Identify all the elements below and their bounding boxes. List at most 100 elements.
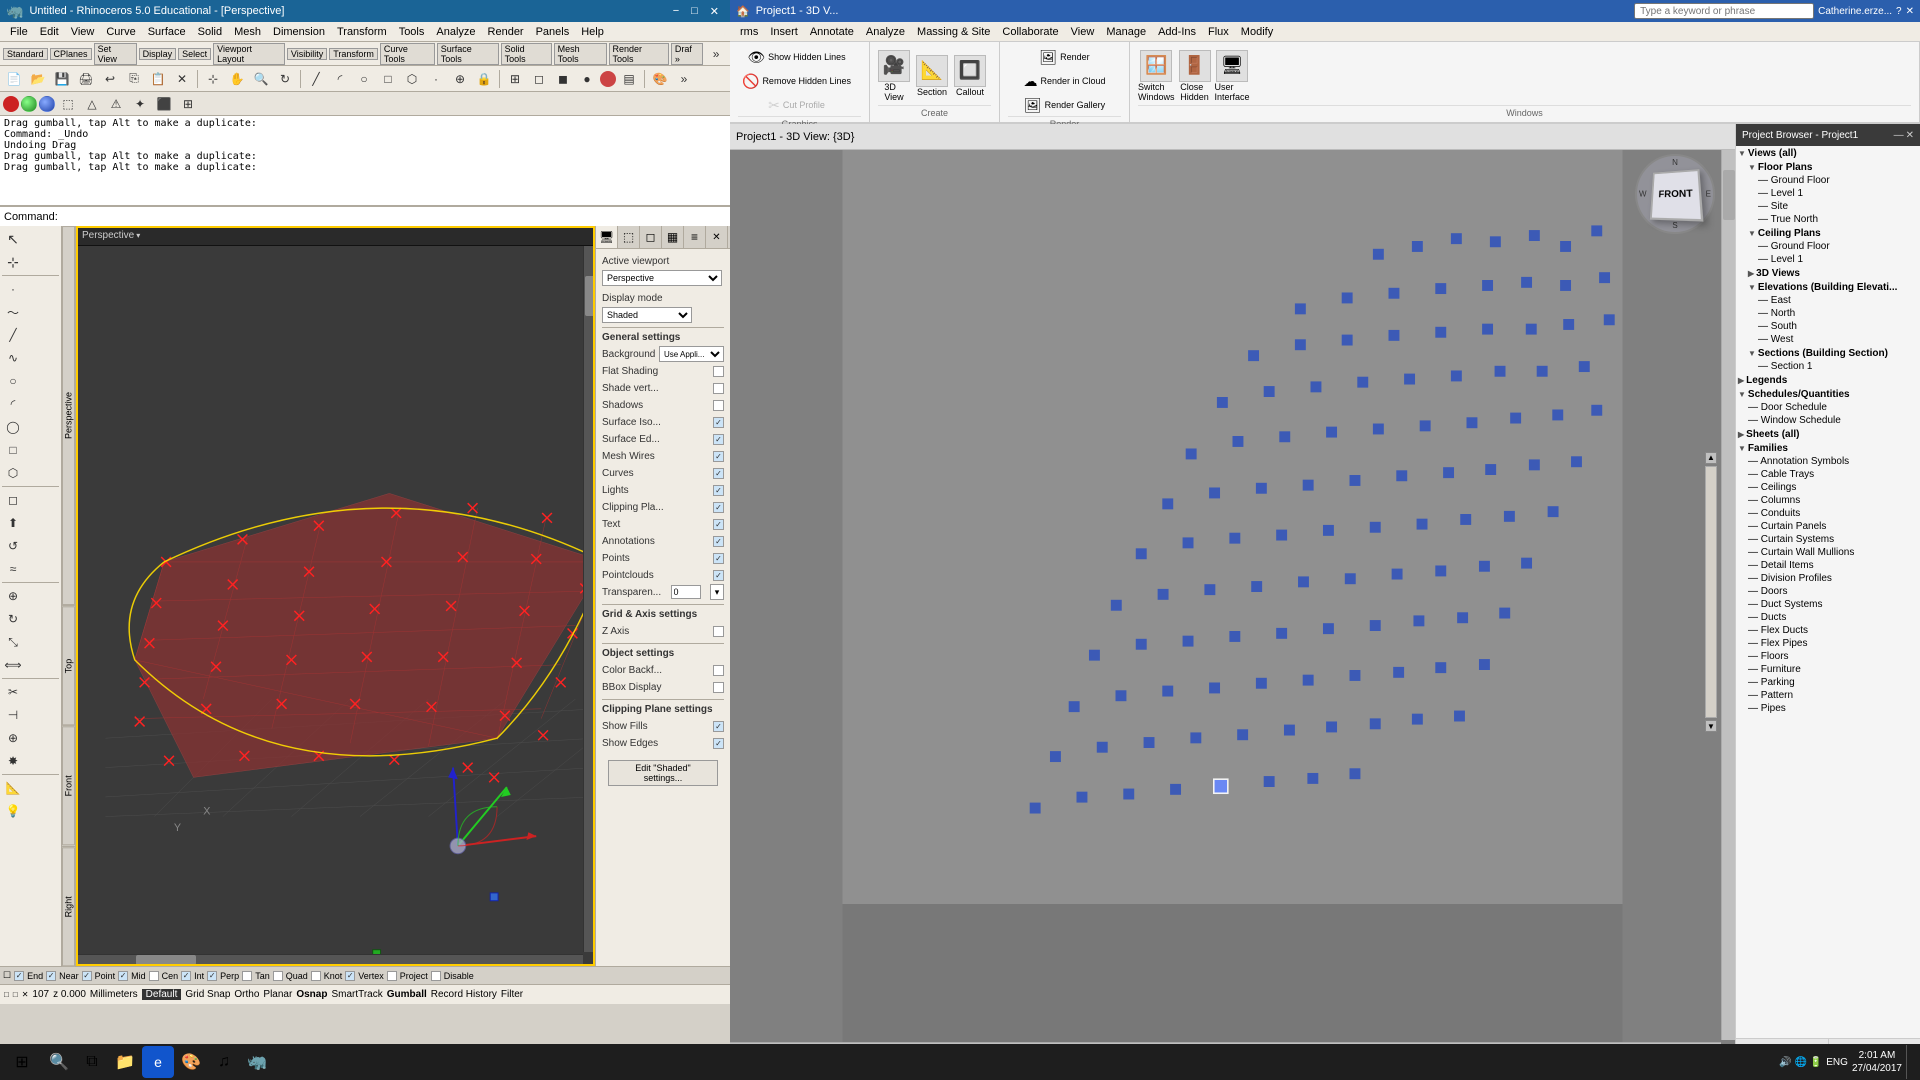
browser-group-3d-views[interactable]: ▶ 3D Views: [1736, 266, 1920, 280]
user-interface-btn[interactable]: 🖥 UserInterface: [1215, 50, 1250, 102]
browser-item-east[interactable]: — East: [1736, 294, 1920, 307]
tool-f[interactable]: ⊞: [177, 93, 199, 115]
taskbar-file-explorer[interactable]: 📁: [109, 1046, 141, 1078]
taskbar-winamp[interactable]: ♫: [208, 1046, 240, 1078]
copy-btn[interactable]: ⎘: [123, 68, 145, 90]
polygon-btn[interactable]: ⬡: [401, 68, 423, 90]
edit-shaded-settings-btn[interactable]: Edit "Shaded" settings...: [608, 760, 718, 786]
show-hidden-lines-btn[interactable]: 👁 Show Hidden Lines: [738, 46, 855, 68]
viewport-scrollbar-h[interactable]: [76, 954, 583, 966]
browser-group-schedules[interactable]: ▼ Schedules/Quantities: [1736, 387, 1920, 401]
snap-quad-cb[interactable]: [273, 971, 283, 981]
pointclouds-checkbox[interactable]: [713, 570, 724, 581]
browser-item-section-1[interactable]: — Section 1: [1736, 360, 1920, 373]
show-edges-checkbox[interactable]: [713, 738, 724, 749]
status-record-history[interactable]: Record History: [431, 989, 497, 1000]
shade-vert-checkbox[interactable]: [713, 383, 724, 394]
browser-item-curtain-systems[interactable]: — Curtain Systems: [1736, 533, 1920, 546]
command-text-input[interactable]: [62, 211, 726, 222]
save-btn[interactable]: 💾: [51, 68, 73, 90]
nav-cube[interactable]: N S W E FRONT: [1635, 154, 1715, 234]
menu-analyze[interactable]: Analyze: [430, 25, 481, 39]
browser-item-ceiling-gf[interactable]: — Ground Floor: [1736, 240, 1920, 253]
viewport-label-top[interactable]: Top: [62, 606, 75, 725]
points-checkbox[interactable]: [713, 553, 724, 564]
menu-surface[interactable]: Surface: [142, 25, 192, 39]
browser-close-btn[interactable]: ✕: [1906, 130, 1914, 141]
snap-perp-cb[interactable]: [207, 971, 217, 981]
green-ball[interactable]: [21, 96, 37, 112]
annotations-checkbox[interactable]: [713, 536, 724, 547]
browser-item-west[interactable]: — West: [1736, 333, 1920, 346]
browser-collapse-btn[interactable]: —: [1894, 130, 1904, 141]
status-ortho[interactable]: Ortho: [234, 989, 259, 1000]
status-filter[interactable]: Filter: [501, 989, 523, 1000]
browser-item-flex-ducts[interactable]: — Flex Ducts: [1736, 624, 1920, 637]
browser-group-floor-plans[interactable]: ▼ Floor Plans: [1736, 160, 1920, 174]
browser-item-ceiling-l1[interactable]: — Level 1: [1736, 253, 1920, 266]
menu-curve[interactable]: Curve: [100, 25, 141, 39]
snap-near-cb[interactable]: [46, 971, 56, 981]
tool-b[interactable]: △: [81, 93, 103, 115]
browser-item-window-schedule[interactable]: — Window Schedule: [1736, 414, 1920, 427]
revit-menu-addins[interactable]: Add-Ins: [1152, 25, 1202, 39]
viewport-scrollbar-v[interactable]: [583, 246, 595, 952]
active-viewport-dropdown[interactable]: Perspective: [602, 270, 722, 286]
taskbar-rhino[interactable]: 🦏: [241, 1046, 273, 1078]
browser-item-level-1[interactable]: — Level 1: [1736, 187, 1920, 200]
rect-btn[interactable]: □: [377, 68, 399, 90]
browser-item-duct-systems[interactable]: — Duct Systems: [1736, 598, 1920, 611]
browser-item-flex-pipes[interactable]: — Flex Pipes: [1736, 637, 1920, 650]
rhino-close-btn[interactable]: ✕: [705, 4, 724, 19]
viewport-name-label[interactable]: Perspective ▾: [82, 230, 140, 241]
cut-profile-btn[interactable]: ✂ Cut Profile: [738, 94, 855, 116]
status-grid-snap[interactable]: Grid Snap: [185, 989, 230, 1000]
rhino-maximize-btn[interactable]: □: [686, 4, 703, 19]
blue-ball[interactable]: [39, 96, 55, 112]
lights-checkbox[interactable]: [713, 485, 724, 496]
pan-btn[interactable]: ✋: [226, 68, 248, 90]
settings-tab-4[interactable]: ▦: [662, 226, 684, 248]
taskbar-search-btn[interactable]: 🔍: [43, 1046, 75, 1078]
revit-menu-massing[interactable]: Massing & Site: [911, 25, 996, 39]
revit-viewport-area[interactable]: Project1 - 3D View: {3D}: [730, 124, 1735, 1060]
snap-cen-cb[interactable]: [149, 971, 159, 981]
revit-menu-annotate[interactable]: Annotate: [804, 25, 860, 39]
revit-close-btn[interactable]: ✕: [1906, 6, 1914, 17]
extra-btn[interactable]: »: [673, 68, 695, 90]
surface-ed-checkbox[interactable]: [713, 434, 724, 445]
color-btn[interactable]: [600, 71, 616, 87]
layer-btn[interactable]: ▤: [618, 68, 640, 90]
color-backf-checkbox[interactable]: [713, 665, 724, 676]
snap-knot-cb[interactable]: [311, 971, 321, 981]
viewport-label-perspective[interactable]: Perspective: [62, 226, 75, 605]
revit-menu-manage[interactable]: Manage: [1100, 25, 1152, 39]
browser-group-sections[interactable]: ▼ Sections (Building Section): [1736, 346, 1920, 360]
tool-d[interactable]: ✦: [129, 93, 151, 115]
curves-checkbox[interactable]: [713, 468, 724, 479]
browser-item-ceilings[interactable]: — Ceilings: [1736, 481, 1920, 494]
revit-menu-insert[interactable]: Insert: [764, 25, 804, 39]
zoom-btn[interactable]: 🔍: [250, 68, 272, 90]
browser-group-families[interactable]: ▼ Families: [1736, 441, 1920, 455]
background-dropdown[interactable]: Use Appli...: [659, 346, 724, 362]
switch-windows-btn[interactable]: 🪟 SwitchWindows: [1138, 50, 1175, 102]
flat-shading-checkbox[interactable]: [713, 366, 724, 377]
status-gumball[interactable]: Gumball: [387, 989, 427, 1000]
revit-menu-rms[interactable]: rms: [734, 25, 764, 39]
browser-item-south[interactable]: — South: [1736, 320, 1920, 333]
snap-tan-cb[interactable]: [242, 971, 252, 981]
display-mode-dropdown[interactable]: Shaded: [602, 307, 692, 323]
delete-btn[interactable]: ✕: [171, 68, 193, 90]
revit-menu-modify[interactable]: Modify: [1235, 25, 1279, 39]
status-osnap[interactable]: Osnap: [296, 989, 327, 1000]
circle-btn[interactable]: ○: [353, 68, 375, 90]
menu-tools[interactable]: Tools: [393, 25, 431, 39]
revit-menu-view[interactable]: View: [1065, 25, 1101, 39]
settings-tab-5[interactable]: ≡: [684, 226, 706, 248]
status-smarttrack[interactable]: SmartTrack: [331, 989, 382, 1000]
arc-btn[interactable]: ◜: [329, 68, 351, 90]
browser-item-cable-trays[interactable]: — Cable Trays: [1736, 468, 1920, 481]
show-desktop-btn[interactable]: [1906, 1045, 1912, 1079]
print-btn[interactable]: 🖨: [75, 68, 97, 90]
